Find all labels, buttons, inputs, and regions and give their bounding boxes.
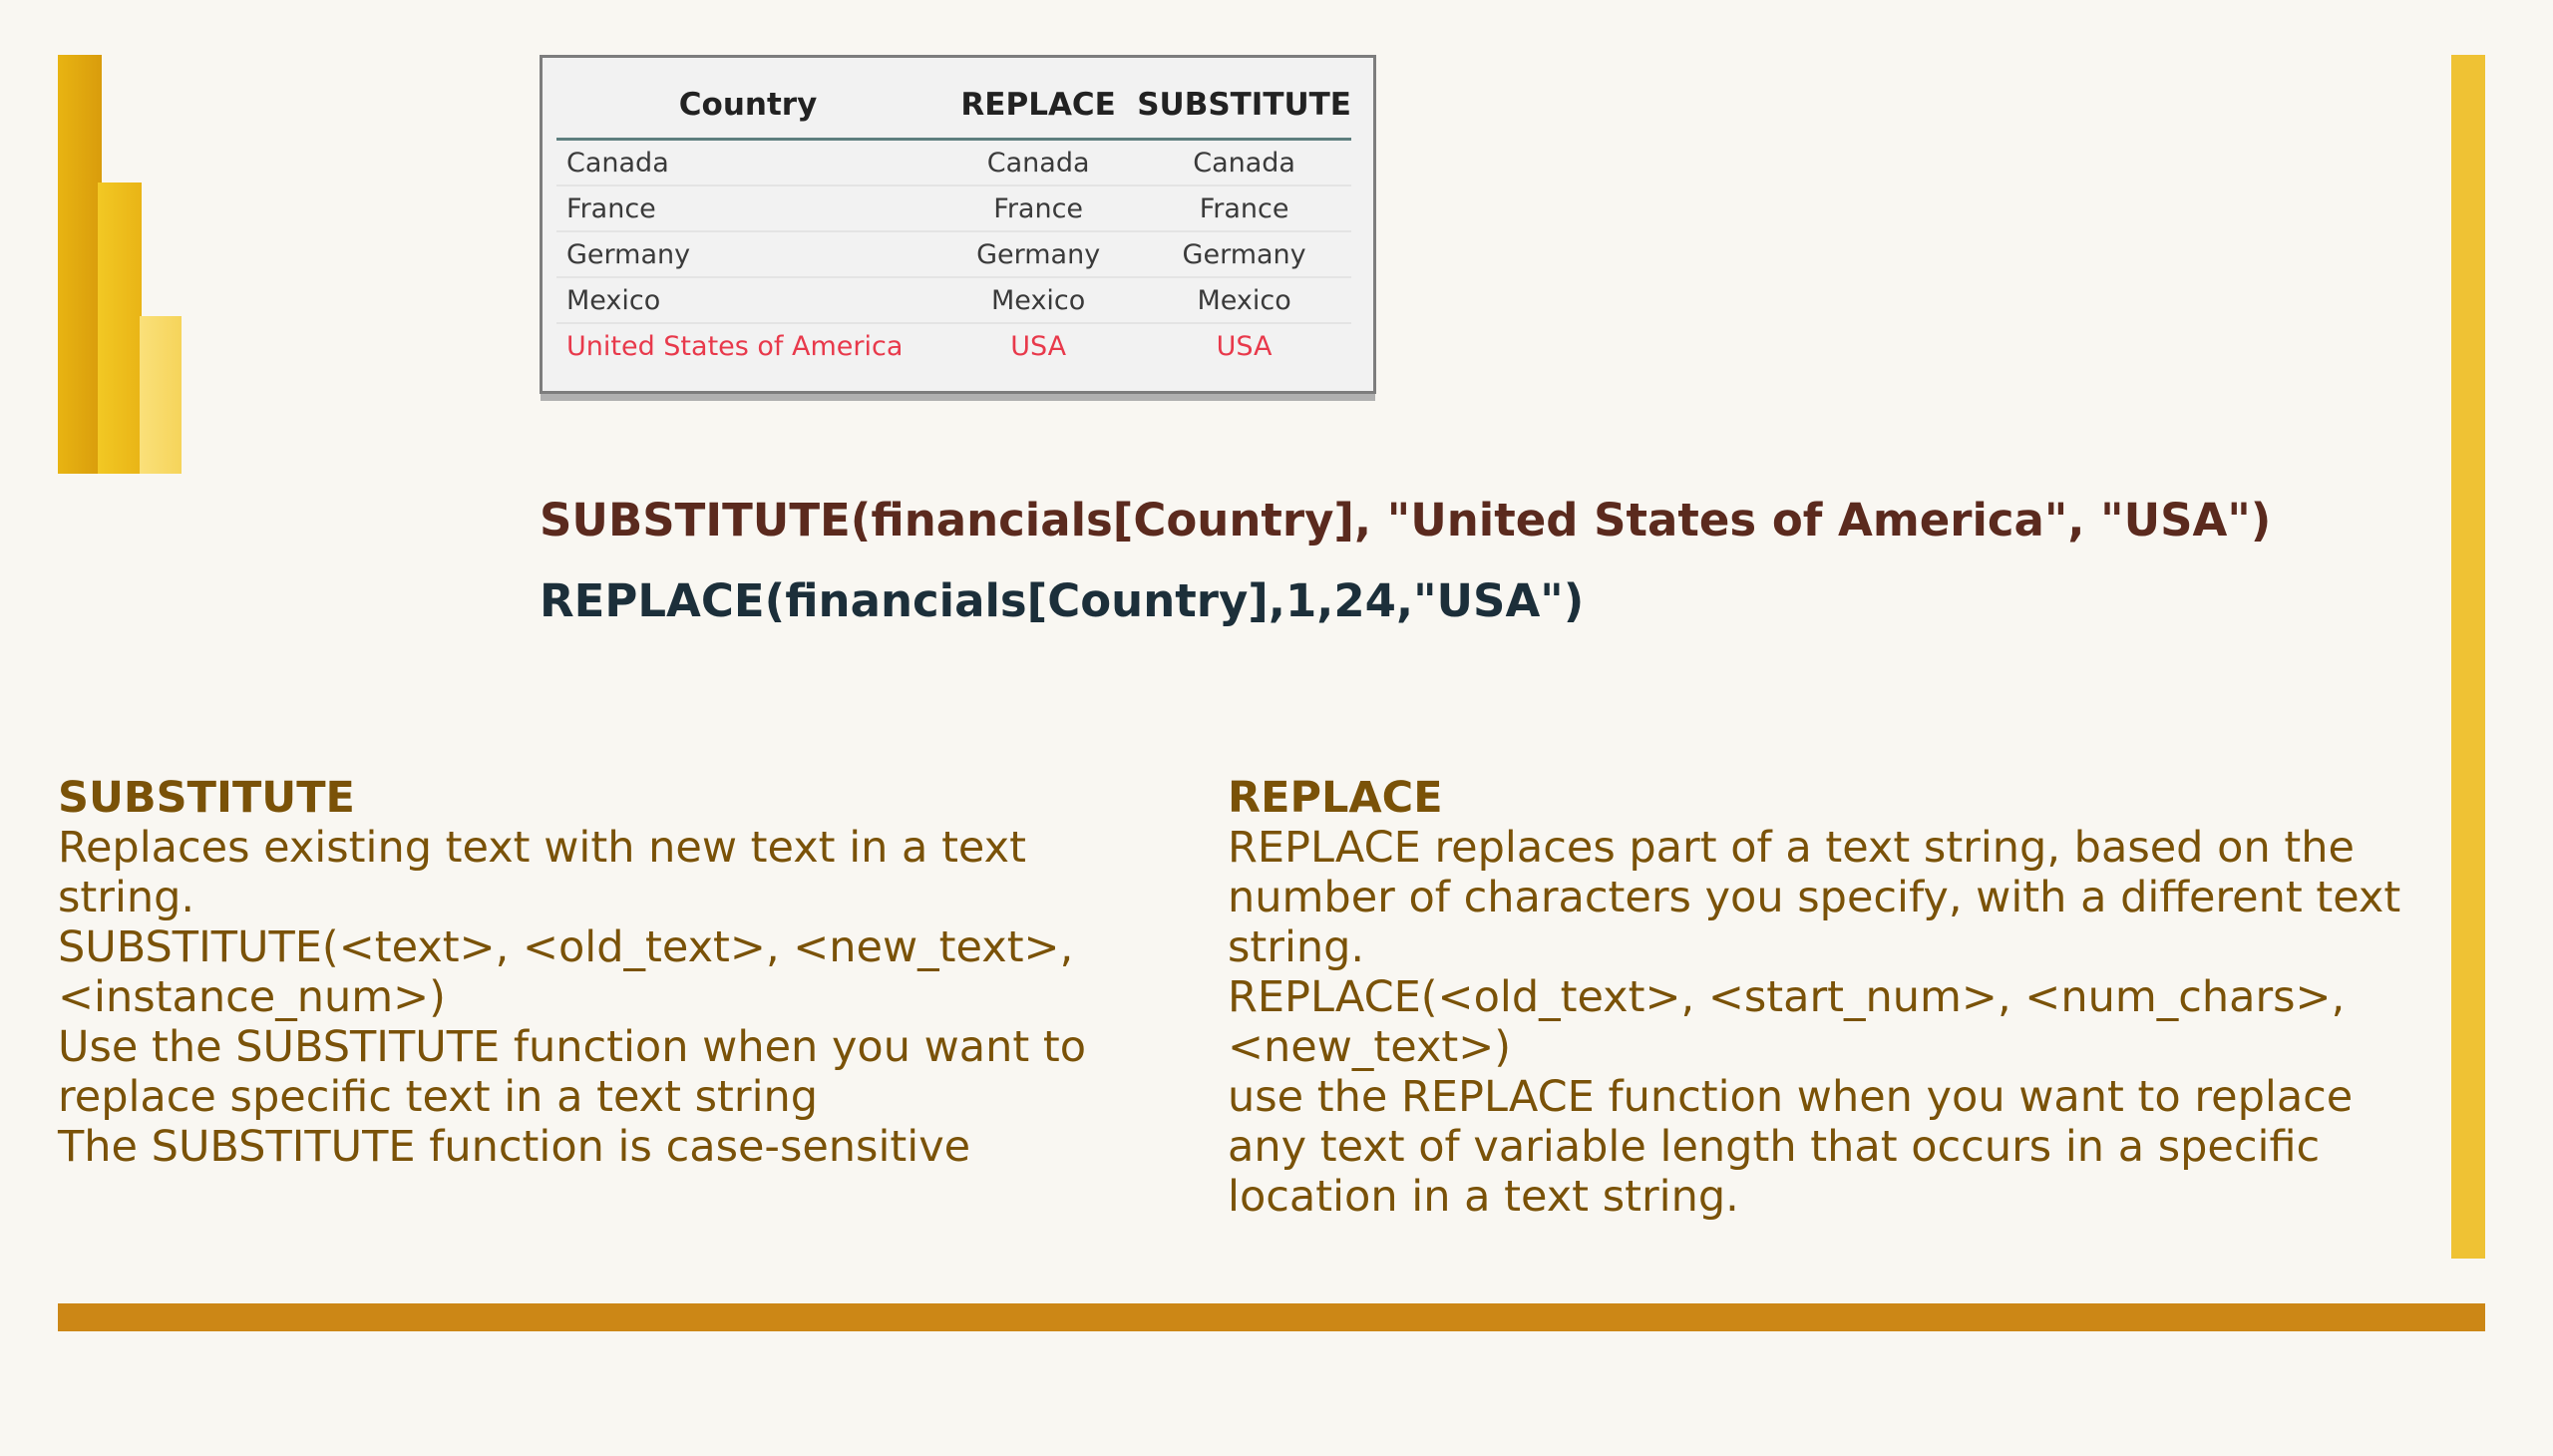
cell-substitute: Canada <box>1137 139 1351 186</box>
cell-country: Canada <box>556 139 940 186</box>
substitute-heading: SUBSTITUTE <box>58 773 355 823</box>
cell-replace: Mexico <box>939 277 1138 324</box>
substitute-formula: SUBSTITUTE(financials[Country], "United … <box>540 494 2272 546</box>
cell-replace: Germany <box>939 231 1138 278</box>
replace-description: REPLACE REPLACE replaces part of a text … <box>1228 773 2424 1222</box>
table-row: Germany Germany Germany <box>556 231 1351 278</box>
example-table: Country REPLACE SUBSTITUTE Canada Canada… <box>556 72 1351 368</box>
replace-formula: REPLACE(financials[Country],1,24,"USA") <box>540 574 1585 627</box>
replace-syntax: REPLACE(<old_text>, <start_num>, <num_ch… <box>1228 972 2346 1072</box>
substitute-syntax: SUBSTITUTE(<text>, <old_text>, <new_text… <box>58 922 1074 1022</box>
cell-substitute: Germany <box>1137 231 1351 278</box>
cell-country: Mexico <box>556 277 940 324</box>
substitute-description: SUBSTITUTE Replaces existing text with n… <box>58 773 1165 1172</box>
cell-substitute: USA <box>1216 330 1273 362</box>
replace-line: use the REPLACE function when you want t… <box>1228 1072 2354 1222</box>
table-header-row: Country REPLACE SUBSTITUTE <box>556 72 1351 141</box>
substitute-line: Replaces existing text with new text in … <box>58 823 1026 922</box>
table-row: Canada Canada Canada <box>556 139 1351 186</box>
replace-heading: REPLACE <box>1228 773 1443 823</box>
cell-country: France <box>556 185 940 232</box>
cell-country: United States of America <box>566 330 904 362</box>
substitute-line: The SUBSTITUTE function is case-sensitiv… <box>58 1122 971 1172</box>
right-accent-bar <box>2451 55 2485 1259</box>
table-row-highlighted: United States of America USA USA <box>556 323 1351 368</box>
logo-bar-short <box>140 316 182 474</box>
cell-replace: Canada <box>939 139 1138 186</box>
logo-bar-medium <box>98 182 142 474</box>
cell-substitute: France <box>1137 185 1351 232</box>
header-replace: REPLACE <box>939 72 1138 141</box>
cell-country: Germany <box>556 231 940 278</box>
cell-replace: USA <box>1010 330 1067 362</box>
logo-bar-tall <box>58 55 102 474</box>
power-bi-logo <box>58 55 183 474</box>
cell-substitute: Mexico <box>1137 277 1351 324</box>
replace-line: REPLACE replaces part of a text string, … <box>1228 823 2401 972</box>
table-row: Mexico Mexico Mexico <box>556 277 1351 324</box>
header-substitute: SUBSTITUTE <box>1137 72 1351 141</box>
cell-replace: France <box>939 185 1138 232</box>
header-country: Country <box>556 72 940 141</box>
substitute-line: Use the SUBSTITUTE function when you wan… <box>58 1022 1087 1122</box>
bottom-accent-bar <box>58 1303 2485 1331</box>
example-table-card: Country REPLACE SUBSTITUTE Canada Canada… <box>540 55 1376 394</box>
table-row: France France France <box>556 185 1351 232</box>
